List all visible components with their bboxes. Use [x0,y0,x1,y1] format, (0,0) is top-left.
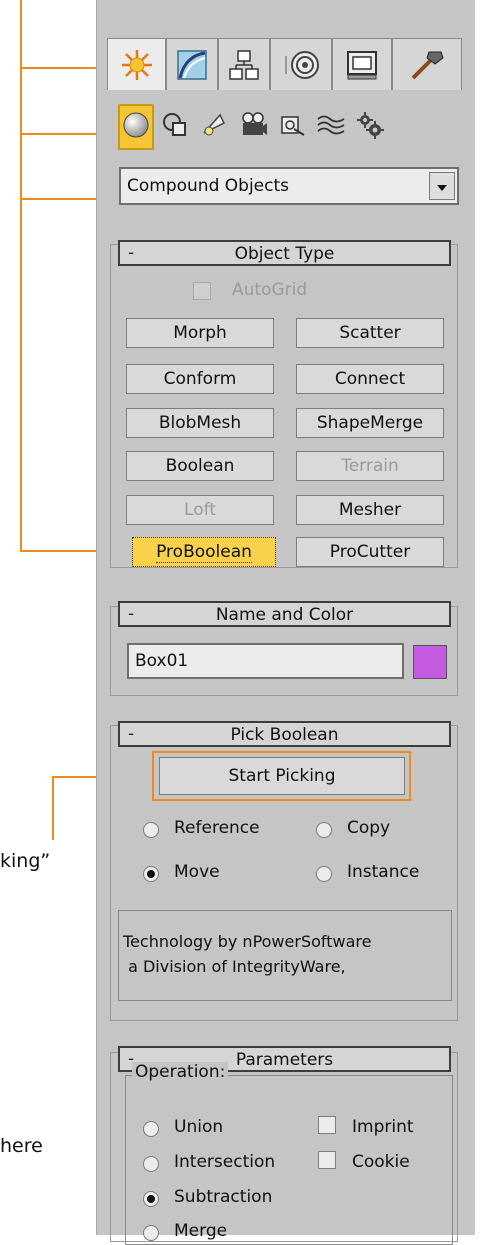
sun-icon [120,48,154,82]
copy-label: Copy [347,818,391,838]
move-radio[interactable] [143,866,159,882]
terrain-button[interactable]: Terrain [296,451,444,481]
category-shapes[interactable] [157,104,193,150]
subtraction-label: Subtraction [174,1187,273,1207]
category-helpers[interactable] [274,104,310,150]
tab-modify[interactable] [166,38,218,90]
chevron-down-icon [436,177,448,196]
shapes-icon [161,111,189,143]
category-systems[interactable] [352,104,388,150]
union-radio[interactable] [143,1121,159,1137]
merge-label: Merge [174,1221,228,1241]
gears-icon [355,110,385,144]
spacewarp-icon [316,111,346,143]
instance-radio[interactable] [316,866,332,882]
connect-button[interactable]: Connect [296,364,444,394]
callout-text-picking: king” [0,850,51,872]
tab-create[interactable] [107,38,166,90]
dropdown-value: Compound Objects [127,176,289,196]
object-type-header[interactable]: - Object Type [118,240,451,266]
motion-icon [281,48,321,82]
curve-icon [175,48,209,82]
imprint-checkbox[interactable] [318,1116,336,1134]
operation-label: Operation: [132,1062,229,1082]
procutter-button[interactable]: ProCutter [296,537,444,567]
category-geometry[interactable] [118,104,154,150]
helper-icon [278,111,306,143]
object-name-value: Box01 [135,651,189,671]
camera-icon [238,110,268,144]
intersection-radio[interactable] [143,1156,159,1172]
copy-radio[interactable] [316,822,332,838]
callout-line [20,0,22,551]
blobmesh-button[interactable]: BlobMesh [126,408,274,438]
credits-box: Technology by nPowerSoftware a Division … [118,910,452,1001]
object-color-swatch[interactable] [413,645,447,679]
rollout-title: Name and Color [215,605,354,625]
shapemerge-button[interactable]: ShapeMerge [296,408,444,438]
reference-label: Reference [174,818,260,838]
sphere-icon [122,111,150,143]
morph-button[interactable]: Morph [126,318,274,348]
category-cameras[interactable] [235,104,271,150]
tab-hierarchy[interactable] [218,38,270,90]
scatter-button[interactable]: Scatter [296,318,444,348]
category-dropdown[interactable]: Compound Objects [119,167,459,205]
category-lights[interactable] [196,104,232,150]
callout-text-here: here [0,1135,43,1157]
imprint-label: Imprint [352,1117,414,1137]
boolean-button[interactable]: Boolean [126,451,274,481]
intersection-label: Intersection [174,1152,276,1172]
loft-button[interactable]: Loft [126,495,274,525]
rollout-title: Object Type [234,244,335,264]
dropdown-arrow-button[interactable] [429,172,455,200]
instance-label: Instance [347,862,420,882]
hierarchy-icon [227,48,261,82]
tab-utilities[interactable] [392,38,462,90]
credits-line: a Division of IntegrityWare, [123,957,346,976]
category-spacewarps[interactable] [313,104,349,150]
display-icon [344,48,380,82]
pick-boolean-header[interactable]: - Pick Boolean [118,721,451,747]
conform-button[interactable]: Conform [126,364,274,394]
callout-highlight-box [152,751,411,801]
tab-display[interactable] [332,38,392,90]
autogrid-label: AutoGrid [232,280,308,300]
name-color-header[interactable]: - Name and Color [118,601,451,627]
credits-line: Technology by nPowerSoftware [123,932,372,951]
union-label: Union [174,1117,224,1137]
tab-motion[interactable] [270,38,332,90]
autogrid-checkbox[interactable] [193,282,211,300]
cookie-checkbox[interactable] [318,1151,336,1169]
rollout-title: Pick Boolean [230,725,339,745]
callout-line [52,776,54,840]
subtraction-radio[interactable] [143,1191,159,1207]
panel-scroll-edge[interactable] [475,0,485,1235]
move-label: Move [174,862,220,882]
object-name-field[interactable]: Box01 [127,643,404,679]
mesher-button[interactable]: Mesher [296,495,444,525]
reference-radio[interactable] [143,822,159,838]
light-icon [200,111,228,143]
merge-radio[interactable] [143,1225,159,1241]
hammer-icon [407,48,447,82]
proboolean-button[interactable]: ProBoolean [132,537,276,567]
cookie-label: Cookie [352,1152,410,1172]
